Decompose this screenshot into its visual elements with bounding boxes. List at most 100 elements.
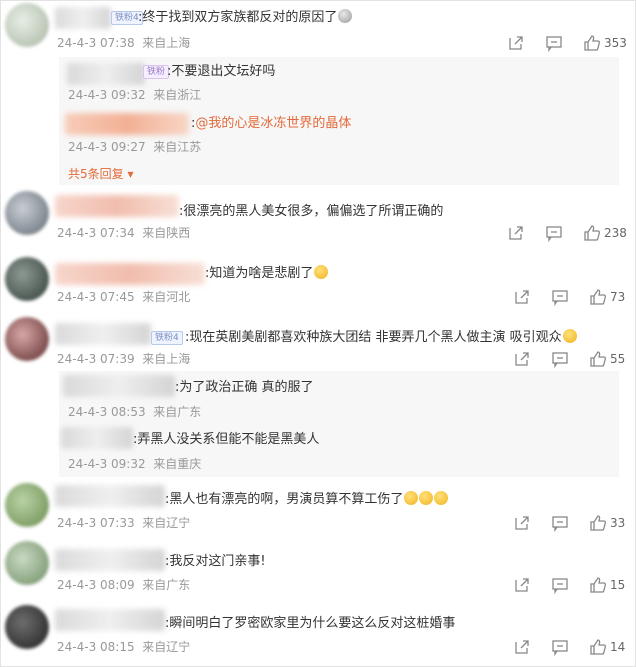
comment-text: :知道为啥是悲剧了 <box>205 265 329 283</box>
location: 来自广东 <box>142 578 191 592</box>
reply-text: :不要退出文坛好吗 <box>167 64 276 79</box>
timestamp: 24-4-3 08:09 <box>57 578 135 592</box>
reply-meta: 24-4-3 09:32 来自浙江 <box>68 87 201 103</box>
comment-meta: 24-4-3 07:34 来自陕西 <box>57 225 190 241</box>
comment-text: :现在英剧美剧都喜欢种族大团结 非要弄几个黑人做主演 吸引观众 <box>185 329 577 347</box>
comment-icon[interactable] <box>551 350 569 368</box>
comment-icon[interactable] <box>551 638 569 656</box>
share-icon[interactable] <box>513 638 531 656</box>
username[interactable] <box>55 323 151 345</box>
location: 来自上海 <box>142 352 191 366</box>
comment-icon[interactable] <box>551 514 569 532</box>
avatar[interactable] <box>5 541 49 585</box>
thumbs-up-icon[interactable] <box>589 638 607 656</box>
avatar[interactable] <box>5 191 49 235</box>
comment-meta: 24-4-3 08:09 来自广东 <box>57 577 190 593</box>
share-icon[interactable] <box>507 34 525 52</box>
comment-actions: 238 <box>507 224 627 242</box>
location: 来自浙江 <box>153 88 202 102</box>
username[interactable] <box>55 7 111 29</box>
like-count: 33 <box>610 516 626 530</box>
timestamp: 24-4-3 08:53 <box>68 405 146 419</box>
comment-text: :我反对这门亲事! <box>165 554 266 569</box>
chevron-down-icon: ▾ <box>127 167 134 181</box>
avatar[interactable] <box>5 605 49 649</box>
location: 来自陕西 <box>142 226 191 240</box>
emoji-icon <box>562 329 577 343</box>
thumbs-up-icon[interactable] <box>583 224 601 242</box>
like-count: 353 <box>604 36 627 50</box>
location: 来自辽宁 <box>142 640 191 654</box>
username[interactable] <box>55 485 165 507</box>
avatar[interactable] <box>5 317 49 361</box>
share-icon[interactable] <box>513 350 531 368</box>
timestamp: 24-4-3 07:39 <box>57 352 135 366</box>
emoji-icon <box>434 491 449 505</box>
comment-actions: 14 <box>513 638 625 656</box>
comment-list: 铁粉4 :终于找到双方家族都反对的原因了 24-4-3 07:38 来自上海 3… <box>0 0 636 667</box>
share-icon[interactable] <box>513 576 531 594</box>
reply-meta: 24-4-3 09:32 来自重庆 <box>68 456 201 472</box>
like-count: 73 <box>610 290 626 304</box>
username[interactable] <box>55 263 205 285</box>
avatar[interactable] <box>5 3 49 47</box>
timestamp: 24-4-3 09:27 <box>68 140 146 154</box>
mention-link[interactable]: @我的心是冰冻世界的晶体 <box>195 116 351 131</box>
comment-text: :黑人也有漂亮的啊，男演员算不算工伤了 <box>165 491 449 509</box>
timestamp: 24-4-3 07:38 <box>57 36 135 50</box>
reply-username[interactable] <box>61 427 133 449</box>
location: 来自上海 <box>142 36 191 50</box>
location: 来自江苏 <box>153 140 202 154</box>
fan-badge: 铁粉4 <box>151 331 183 345</box>
comment-text: :瞬间明白了罗密欧家里为什么要这么反对这桩婚事 <box>165 616 456 631</box>
timestamp: 24-4-3 07:34 <box>57 226 135 240</box>
thumbs-up-icon[interactable] <box>583 34 601 52</box>
thumbs-up-icon[interactable] <box>589 350 607 368</box>
thumbs-up-icon[interactable] <box>589 288 607 306</box>
like-count: 15 <box>610 578 626 592</box>
comment-icon[interactable] <box>551 576 569 594</box>
more-replies-link[interactable]: 共5条回复 ▾ <box>68 166 134 182</box>
username[interactable] <box>55 549 165 571</box>
comment-text: :很漂亮的黑人美女很多，偏偏选了所谓正确的 <box>179 204 444 219</box>
location: 来自重庆 <box>153 457 202 471</box>
comment-actions: 353 <box>507 34 627 52</box>
comment-meta: 24-4-3 07:33 来自辽宁 <box>57 515 190 531</box>
timestamp: 24-4-3 09:32 <box>68 457 146 471</box>
reply-meta: 24-4-3 09:27 来自江苏 <box>68 139 201 155</box>
reply-username[interactable] <box>67 63 145 85</box>
username[interactable] <box>55 609 165 631</box>
comment-icon[interactable] <box>545 224 563 242</box>
reply-text: :弄黑人没关系但能不能是黑美人 <box>133 432 320 447</box>
thumbs-up-icon[interactable] <box>589 576 607 594</box>
like-count: 55 <box>610 352 626 366</box>
comment-meta: 24-4-3 07:45 来自河北 <box>57 289 190 305</box>
reply-username[interactable] <box>65 113 189 135</box>
avatar[interactable] <box>5 257 49 301</box>
location: 来自河北 <box>142 290 191 304</box>
emoji-icon <box>419 491 434 505</box>
location: 来自辽宁 <box>142 516 191 530</box>
emoji-icon <box>404 491 419 505</box>
comment-text: :终于找到双方家族都反对的原因了 <box>138 9 353 27</box>
thumbs-up-icon[interactable] <box>589 514 607 532</box>
share-icon[interactable] <box>513 288 531 306</box>
comment-meta: 24-4-3 07:39 来自上海 <box>57 351 190 367</box>
share-icon[interactable] <box>507 224 525 242</box>
avatar[interactable] <box>5 483 49 527</box>
reply-username[interactable] <box>63 375 175 397</box>
like-count: 14 <box>610 640 626 654</box>
comment-actions: 33 <box>513 514 625 532</box>
fan-badge: 铁粉 <box>143 65 170 79</box>
emoji-icon <box>314 265 329 279</box>
reply-meta: 24-4-3 08:53 来自广东 <box>68 404 201 420</box>
comment-actions: 73 <box>513 288 625 306</box>
comment-meta: 24-4-3 07:38 来自上海 <box>57 35 190 51</box>
share-icon[interactable] <box>513 514 531 532</box>
comment-icon[interactable] <box>545 34 563 52</box>
timestamp: 24-4-3 08:15 <box>57 640 135 654</box>
timestamp: 24-4-3 07:33 <box>57 516 135 530</box>
username[interactable] <box>55 195 179 217</box>
comment-actions: 15 <box>513 576 625 594</box>
comment-icon[interactable] <box>551 288 569 306</box>
